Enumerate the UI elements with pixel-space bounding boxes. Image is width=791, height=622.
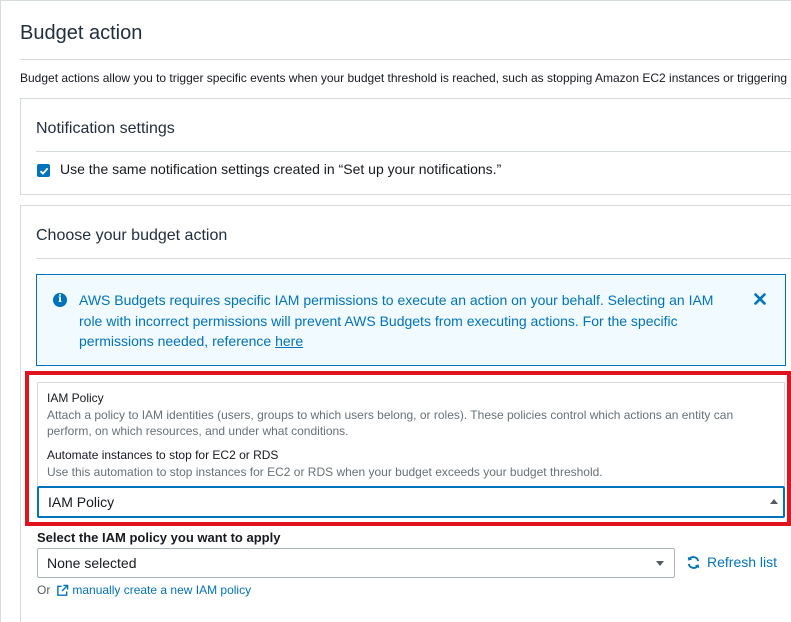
info-icon: i <box>53 293 67 307</box>
close-icon[interactable] <box>753 292 767 306</box>
option-description: Use this automation to stop instances fo… <box>47 465 603 479</box>
iam-policy-value: None selected <box>47 555 137 571</box>
iam-policy-label: Select the IAM policy you want to apply <box>37 530 281 545</box>
refresh-list-label: Refresh list <box>707 554 778 570</box>
same-notification-label: Use the same notification settings creat… <box>60 161 502 177</box>
refresh-icon <box>687 555 700 569</box>
iam-policy-select[interactable]: None selected <box>37 548 675 578</box>
action-type-value: IAM Policy <box>48 494 115 510</box>
page-description: Budget actions allow you to trigger spec… <box>20 71 788 85</box>
panel-divider <box>36 151 791 152</box>
refresh-list-button[interactable]: Refresh list <box>686 554 777 570</box>
info-alert-text: AWS Budgets requires specific IAM permis… <box>79 290 729 352</box>
option-title: IAM Policy <box>47 391 104 405</box>
caret-up-icon <box>770 499 778 504</box>
action-type-select[interactable]: IAM Policy <box>37 486 785 518</box>
external-link-icon <box>57 584 69 596</box>
title-divider <box>20 59 791 60</box>
iam-info-alert: i AWS Budgets requires specific IAM perm… <box>36 274 786 366</box>
budget-action-title: Choose your budget action <box>36 227 228 244</box>
info-alert-message: AWS Budgets requires specific IAM permis… <box>79 292 714 349</box>
page-title: Budget action <box>20 22 143 44</box>
option-description: Attach a policy to IAM identities (users… <box>47 408 734 438</box>
option-iam-policy[interactable]: IAM Policy Attach a policy to IAM identi… <box>38 391 784 439</box>
permissions-here-link[interactable]: here <box>275 333 303 349</box>
create-iam-policy-link[interactable]: manually create a new IAM policy <box>72 583 251 597</box>
notification-settings-panel: Notification settings Use the same notif… <box>20 98 791 195</box>
option-automate-ec2-rds[interactable]: Automate instances to stop for EC2 or RD… <box>38 448 784 480</box>
create-policy-line: Or manually create a new IAM policy <box>37 583 251 597</box>
caret-down-icon <box>656 561 664 566</box>
action-type-options: IAM Policy Attach a policy to IAM identi… <box>37 382 785 486</box>
same-notification-checkbox[interactable] <box>37 164 50 177</box>
panel-divider <box>36 258 791 259</box>
or-text: Or <box>37 583 51 597</box>
notification-settings-title: Notification settings <box>36 120 175 137</box>
option-title: Automate instances to stop for EC2 or RD… <box>47 448 279 462</box>
check-icon <box>39 167 48 175</box>
